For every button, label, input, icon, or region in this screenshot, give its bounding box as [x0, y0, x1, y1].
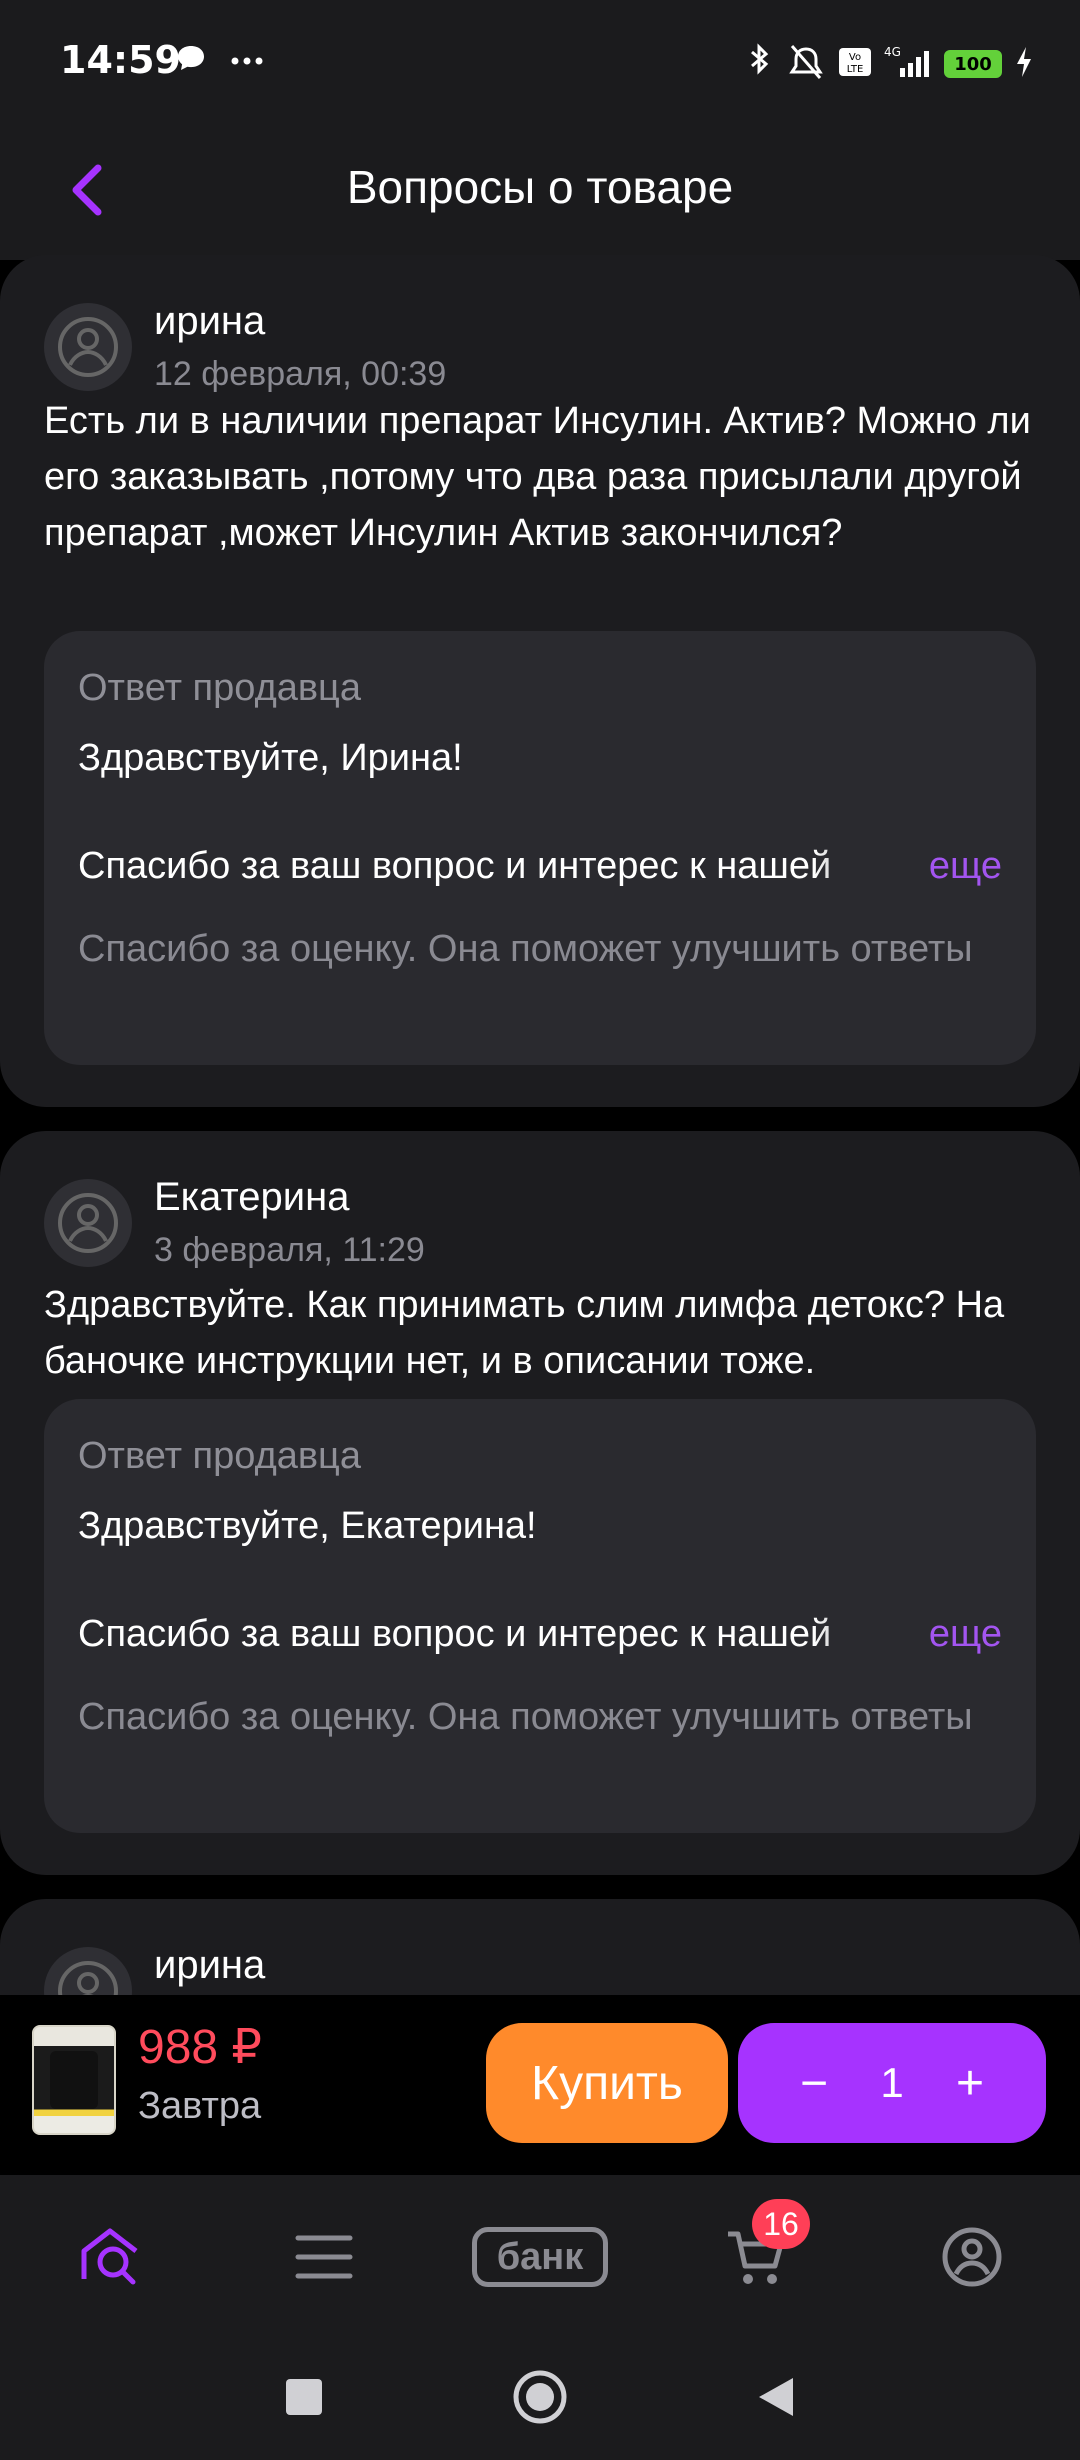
home-search-icon: [81, 2228, 138, 2285]
triangle-back-icon: [759, 2378, 793, 2416]
avatar: [44, 303, 132, 391]
increase-quantity-button[interactable]: +: [942, 2055, 998, 2111]
avatar: [44, 1947, 132, 1995]
signal-icon: 4G: [884, 45, 932, 83]
question-author: ирина: [154, 299, 266, 343]
more-dots-icon: [230, 51, 264, 70]
system-navigation: [0, 2335, 1080, 2460]
bottom-navigation: банк 16: [0, 2175, 1080, 2335]
bluetooth-icon: [744, 42, 774, 86]
more-link[interactable]: еще: [929, 1613, 1002, 1656]
screen: 14:59 Vo LTE 4G 100 Вопросы о товаре ири…: [0, 0, 1080, 2460]
user-icon: [58, 317, 118, 377]
cart-count-badge: 16: [752, 2199, 810, 2249]
page-header: Вопросы о товаре: [0, 120, 1080, 260]
reply-greeting: Здравствуйте, Ирина!: [78, 737, 463, 779]
svg-text:4G: 4G: [884, 45, 901, 59]
back-system-button[interactable]: [746, 2367, 806, 2427]
square-icon: [286, 2379, 322, 2415]
circle-icon: [513, 2370, 567, 2424]
recent-apps-button[interactable]: [274, 2367, 334, 2427]
question-card: ирина: [0, 1899, 1080, 1995]
seller-reply: Ответ продавца Здравствуйте, Екатерина! …: [44, 1399, 1036, 1833]
volte-icon: Vo LTE: [838, 47, 872, 81]
buy-bar: 988 ₽ Завтра Купить − 1 +: [0, 1995, 1080, 2175]
reply-label: Ответ продавца: [78, 667, 361, 709]
status-time: 14:59: [60, 38, 181, 82]
rating-note: Спасибо за оценку. Она поможет улучшить …: [78, 928, 973, 970]
question-author: Екатерина: [154, 1175, 350, 1219]
muted-bell-icon: [786, 42, 826, 86]
chat-icon: [176, 44, 206, 76]
nav-bank[interactable]: банк: [466, 2217, 614, 2297]
buy-button[interactable]: Купить: [486, 2023, 728, 2143]
status-left-icons: [176, 44, 264, 76]
page-title: Вопросы о товаре: [346, 161, 734, 213]
nav-home[interactable]: [70, 2217, 150, 2297]
more-link[interactable]: еще: [929, 845, 1002, 888]
reply-label: Ответ продавца: [78, 1435, 361, 1477]
question-text: Здравствуйте. Как принимать слим лимфа д…: [44, 1284, 1005, 1382]
battery-indicator: 100: [944, 50, 1002, 78]
nav-catalog[interactable]: [284, 2217, 364, 2297]
avatar: [44, 1179, 132, 1267]
reply-greeting: Здравствуйте, Екатерина!: [78, 1505, 537, 1547]
question-author: ирина: [154, 1943, 266, 1987]
questions-list[interactable]: ирина 12 февраля, 00:39 Есть ли в наличи…: [0, 255, 1080, 1995]
home-button[interactable]: [510, 2367, 570, 2427]
seller-reply: Ответ продавца Здравствуйте, Ирина! Спас…: [44, 631, 1036, 1065]
question-date: 12 февраля, 00:39: [154, 355, 447, 393]
status-right-icons: Vo LTE 4G 100: [744, 42, 1034, 86]
question-card: Екатерина 3 февраля, 11:29 Здравствуйте.…: [0, 1131, 1080, 1875]
nav-profile[interactable]: [932, 2217, 1012, 2297]
delivery-date: Завтра: [138, 2085, 262, 2127]
menu-icon: [295, 2235, 353, 2279]
product-thumbnail[interactable]: [32, 2025, 116, 2135]
quantity-value: 1: [880, 2059, 904, 2106]
svg-text:LTE: LTE: [847, 64, 864, 75]
status-bar: 14:59 Vo LTE 4G 100: [0, 0, 1080, 120]
profile-icon: [942, 2227, 1002, 2287]
decrease-quantity-button[interactable]: −: [786, 2055, 842, 2111]
charging-icon: [1014, 45, 1034, 83]
rating-note: Спасибо за оценку. Она поможет улучшить …: [78, 1696, 973, 1738]
question-card: ирина 12 февраля, 00:39 Есть ли в наличи…: [0, 255, 1080, 1107]
question-date: 3 февраля, 11:29: [154, 1231, 425, 1269]
bank-label: банк: [472, 2227, 608, 2287]
user-icon: [58, 1193, 118, 1253]
svg-text:Vo: Vo: [849, 52, 861, 63]
user-icon: [58, 1961, 118, 1995]
quantity-stepper: − 1 +: [738, 2023, 1046, 2143]
product-price: 988 ₽: [138, 2021, 262, 2074]
question-text: Есть ли в наличии препарат Инсулин. Акти…: [44, 400, 1031, 554]
